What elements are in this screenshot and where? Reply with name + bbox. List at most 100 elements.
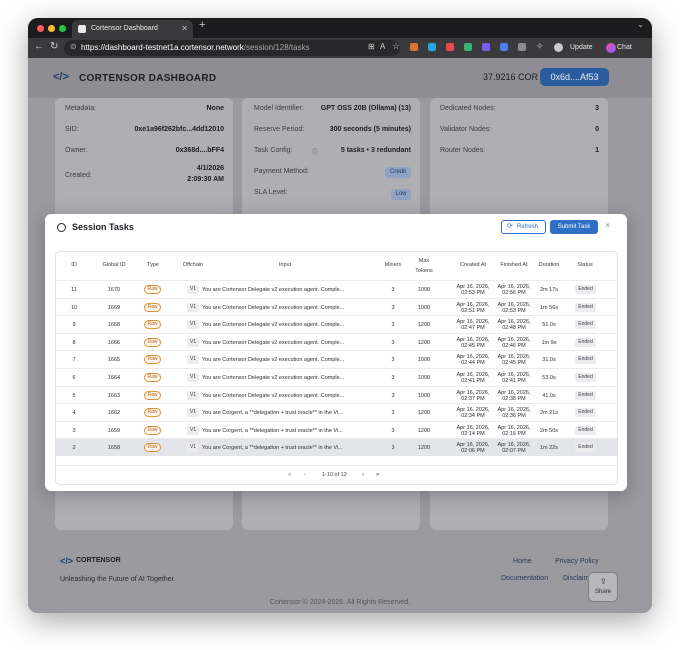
info-label: Created:	[65, 172, 92, 179]
task-id: 8	[72, 339, 76, 346]
refresh-button[interactable]: ⟳ Refresh	[501, 220, 546, 234]
footer-link-privacy[interactable]: Privacy Policy	[555, 558, 599, 565]
first-page-button[interactable]: «	[288, 472, 291, 478]
table-row[interactable]: 9 1668 Raw V1 You are Cortensor Delegate v2 …	[56, 315, 617, 333]
created-at-time: 02:44 PM	[461, 360, 485, 367]
refresh-icon: ⟳	[507, 223, 513, 230]
offchain-badge: V1	[187, 425, 199, 435]
task-input: You are Corgent, a **delegation + trust …	[202, 427, 343, 434]
offchain-badge: V1	[187, 443, 199, 453]
max-tokens: 1200	[417, 339, 431, 346]
table-row[interactable]: 6 1664 Raw V1 You are Cortensor Delegate v2 …	[56, 368, 617, 386]
offchain-badge: V1	[187, 285, 199, 294]
info-label: Router Nodes:	[440, 147, 486, 154]
column-header: Finished At	[500, 262, 528, 268]
update-button[interactable]: Update	[570, 40, 593, 56]
tab-list-chevron-icon[interactable]: ⌄	[637, 20, 644, 29]
maximize-window-button[interactable]	[59, 25, 66, 32]
max-tokens: 1200	[417, 445, 431, 452]
finished-at-time: 02:56 PM	[502, 290, 526, 296]
minimize-window-button[interactable]	[48, 25, 55, 32]
next-page-button[interactable]: ›	[362, 472, 364, 478]
type-badge: Raw	[144, 285, 161, 294]
info-value: 2:09:30 AM	[187, 176, 224, 183]
column-header: Duration	[538, 262, 560, 268]
table-row[interactable]: 4 1662 Raw V1 You are Corgent, a **delegatio…	[56, 403, 617, 421]
table-row[interactable]: 3 1659 Raw V1 You are Corgent, a **delegatio…	[56, 420, 617, 439]
task-input: You are Corgent, a **delegation + trust …	[202, 445, 343, 452]
address-bar[interactable]: ⊜ https://dashboard-testnet1a.cortensor.…	[64, 40, 400, 56]
share-button[interactable]: ⇪ Share	[588, 572, 618, 602]
footer-link-home[interactable]: Home	[513, 558, 532, 565]
back-arrow-icon[interactable]: ←	[34, 41, 44, 52]
extension-icon[interactable]	[446, 43, 454, 51]
duration: 2m 50s	[539, 427, 559, 434]
miners-count: 3	[391, 339, 395, 346]
finished-at-time: 02:48 PM	[502, 325, 526, 332]
info-label: SLA Level:	[254, 189, 288, 196]
site-info-icon[interactable]: ⊜	[70, 42, 77, 51]
column-header: Global ID	[102, 262, 126, 268]
extension-icon[interactable]	[464, 43, 472, 51]
column-header: Status	[577, 262, 593, 268]
table-row[interactable]: 8 1666 Raw V1 You are Cortensor Delegate v2 …	[56, 332, 617, 351]
extension-icon[interactable]	[518, 43, 526, 51]
extension-icon[interactable]	[500, 43, 508, 51]
last-page-button[interactable]: »	[376, 472, 379, 478]
table-row[interactable]: 11 1670 Raw V1 You are Cortensor Delegate v2…	[56, 280, 617, 298]
chat-button[interactable]: Chat	[617, 40, 632, 56]
footer-link-docs[interactable]: Documentation	[501, 575, 548, 582]
page-content: </> CORTENSOR DASHBOARD 37.9216 COR 0x6d…	[28, 58, 652, 613]
chat-logo-icon	[606, 43, 616, 53]
finished-at-time: 02:07 PM	[502, 448, 526, 455]
wallet-button[interactable]: 0x6d....Af53	[540, 68, 609, 86]
miners-count: 3	[391, 392, 395, 399]
type-badge: Raw	[144, 373, 161, 382]
max-tokens: 1000	[417, 287, 431, 293]
page-info: 1-10 of 12	[322, 472, 347, 478]
site-footer: </> CORTENSOR Unleashing the Future of A…	[28, 534, 652, 613]
task-input: You are Cortensor Delegate v2 execution …	[202, 322, 345, 329]
browser-tab[interactable]: Cortensor Dashboard ✕	[72, 20, 193, 38]
new-tab-icon[interactable]: +	[199, 19, 205, 31]
clock-icon	[57, 223, 66, 232]
url-text: https://dashboard-testnet1a.cortensor.ne…	[81, 43, 310, 52]
profile-avatar[interactable]	[554, 43, 563, 52]
info-circle-icon[interactable]: ⓘ	[312, 147, 318, 156]
finished-at-time: 02:46 PM	[502, 342, 526, 349]
prev-page-button[interactable]: ‹	[304, 472, 306, 478]
table-row[interactable]: 7 1665 Raw V1 You are Cortensor Delegate v2 …	[56, 350, 617, 368]
info-value: GPT OSS 20B (Ollama) (13)	[320, 105, 411, 112]
reader-icon[interactable]: A	[380, 42, 385, 51]
extensions-puzzle-icon[interactable]: ✧	[536, 41, 544, 52]
info-value: 0x368d....bFF4	[175, 147, 224, 154]
close-tab-icon[interactable]: ✕	[181, 20, 188, 38]
extension-icon[interactable]	[482, 43, 490, 51]
grid-icon[interactable]: ⊞	[368, 42, 375, 51]
table-row[interactable]: 10 1669 Raw V1 You are Cortensor Delegate v2…	[56, 297, 617, 316]
table-row[interactable]: 2 1658 Raw V1 You are Corgent, a **delegatio…	[56, 438, 617, 456]
task-input: You are Cortensor Delegate v2 execution …	[202, 339, 345, 346]
global-id: 1668	[107, 322, 121, 329]
table-row[interactable]: 5 1663 Raw V1 You are Cortensor Delegate v2 …	[56, 385, 617, 404]
footer-logo-icon: </>	[60, 556, 74, 566]
created-at-time: 02:37 PM	[461, 395, 485, 402]
reload-icon[interactable]: ↻	[50, 41, 58, 52]
task-input: You are Corgent, a **delegation + trust …	[202, 410, 343, 417]
extension-icon[interactable]	[410, 43, 418, 51]
balance-display: 37.9216 COR	[483, 72, 539, 82]
max-tokens: 1000	[417, 375, 431, 381]
extension-icon[interactable]	[428, 43, 436, 51]
info-label: Owner:	[65, 147, 88, 154]
footer-link-disclaimer[interactable]: Disclaim	[563, 575, 589, 582]
task-input: You are Cortensor Delegate v2 execution …	[202, 392, 345, 399]
screen: Cortensor Dashboard ✕ + ⌄ ← ↻ ⊜ https://…	[0, 0, 680, 650]
close-window-button[interactable]	[37, 25, 44, 32]
finished-at-time: 02:36 PM	[502, 413, 526, 420]
close-modal-icon[interactable]: ×	[605, 220, 610, 230]
duration: 1m 9s	[541, 339, 557, 346]
bookmark-star-icon[interactable]: ☆	[392, 41, 400, 52]
finished-at-time: 02:53 PM	[502, 307, 526, 314]
submit-task-button[interactable]: Submit Task	[550, 220, 598, 234]
max-tokens: 1200	[417, 322, 431, 329]
